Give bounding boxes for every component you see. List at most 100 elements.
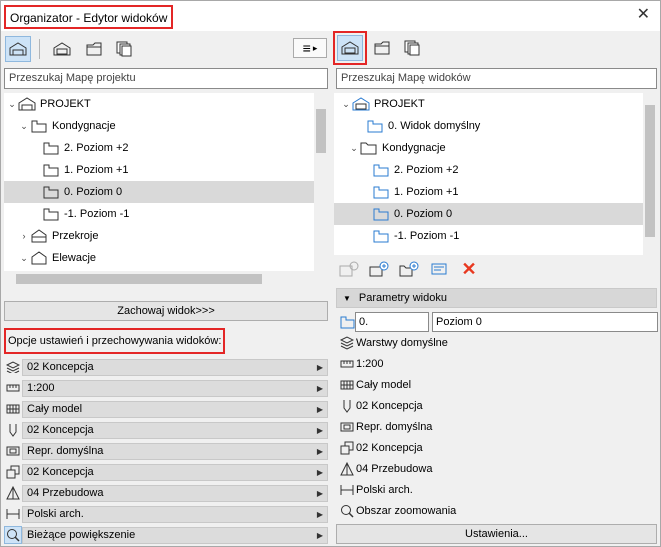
view-map-search-input[interactable]: Przeszukaj Mapę widoków: [336, 68, 657, 89]
project-map-search-input[interactable]: Przeszukaj Mapę projektu: [4, 68, 328, 89]
storey-icon: [42, 141, 60, 155]
view-id-input[interactable]: 0.: [355, 312, 429, 332]
layout-book-icon: [374, 41, 390, 55]
new-folder-icon: [399, 261, 419, 277]
tree-row-default-view[interactable]: 0. Widok domyślny: [334, 115, 643, 137]
delete-icon[interactable]: ✕: [458, 259, 480, 279]
organizer-window: Organizator - Edytor widoków ✕ ≡ ▸ Przes…: [0, 0, 661, 547]
structure-icon: [4, 400, 22, 418]
right-publisher-sets-tab[interactable]: [399, 35, 425, 61]
tree-row-storey-2[interactable]: 2. Poziom +2: [334, 159, 643, 181]
project-map-tab[interactable]: [5, 36, 31, 62]
view-name-input[interactable]: Poziom 0: [432, 312, 658, 332]
tree-row-storey-1[interactable]: 1. Poziom +1: [334, 181, 643, 203]
storey-folder-icon: [30, 119, 48, 133]
settings-card-button[interactable]: [428, 259, 450, 279]
storey-icon: [338, 314, 355, 330]
title-bar: Organizator - Edytor widoków ✕: [1, 1, 660, 31]
project-map-tree: ⌄ PROJEKT ⌄ Kondygnacje 2. Poziom +2 1. …: [4, 93, 328, 287]
layers-icon: [4, 358, 22, 376]
triangle-down-icon: ▼: [343, 293, 351, 303]
new-view-icon: [339, 261, 359, 277]
triangle-right-icon: ▶: [316, 425, 323, 435]
pen-set-dropdown[interactable]: 02 Koncepcja ▶: [22, 421, 328, 439]
tree-row-kondygnacje[interactable]: ⌄ Kondygnacje: [4, 115, 314, 137]
close-icon[interactable]: ✕: [637, 7, 650, 23]
chevron-down-icon[interactable]: ⌄: [6, 99, 18, 110]
scroll-thumb[interactable]: [316, 109, 326, 153]
tree-row-storey-minus-1[interactable]: -1. Poziom -1: [334, 225, 643, 247]
view-tree-vscrollbar[interactable]: [643, 93, 657, 255]
chevron-down-icon[interactable]: ⌄: [348, 143, 360, 154]
zoom-dropdown[interactable]: Bieżące powiększenie ▶: [22, 526, 328, 544]
chevron-down-icon[interactable]: ⌄: [340, 99, 352, 110]
dropdown-value: Polski arch.: [27, 507, 84, 520]
prop-value: 02 Koncepcja: [356, 400, 423, 412]
pen-set-icon: [4, 421, 22, 439]
option-structure[interactable]: Cały model ▶: [4, 399, 328, 419]
scroll-thumb[interactable]: [645, 105, 655, 237]
prop-value: Polski arch.: [356, 484, 413, 496]
tree-row-storey-0[interactable]: 0. Poziom 0: [334, 203, 643, 225]
tree-row-storey-2[interactable]: 2. Poziom +2: [4, 137, 314, 159]
option-zoom[interactable]: Bieżące powiększenie ▶: [4, 525, 328, 545]
settings-button[interactable]: Ustawienia...: [336, 524, 657, 544]
project-tree-vscrollbar[interactable]: [314, 93, 328, 271]
option-model-view[interactable]: Repr. domyślna ▶: [4, 441, 328, 461]
right-layout-book-tab[interactable]: [369, 35, 395, 61]
right-view-map-tab[interactable]: [337, 35, 363, 61]
publisher-sets-tab[interactable]: [111, 36, 137, 62]
option-renovation[interactable]: 04 Przebudowa ▶: [4, 483, 328, 503]
layout-book-tab[interactable]: [81, 36, 107, 62]
triangle-right-icon: ▶: [316, 404, 323, 414]
tree-row-elewacje[interactable]: ⌄ Elewacje: [4, 247, 314, 269]
prop-layers: Warstwy domyślne: [338, 333, 448, 353]
storey-icon: [372, 229, 390, 243]
tree-row-projekt[interactable]: ⌄ PROJEKT: [4, 93, 314, 115]
option-scale[interactable]: 1:200 ▶: [4, 378, 328, 398]
clone-view-icon: [369, 261, 389, 277]
tree-row-storey-0[interactable]: 0. Poziom 0: [4, 181, 314, 203]
triangle-right-icon: ▶: [316, 530, 323, 540]
model-view-dropdown[interactable]: Repr. domyślna ▶: [22, 442, 328, 460]
dimension-icon: [4, 505, 22, 523]
option-pen-set[interactable]: 02 Koncepcja ▶: [4, 420, 328, 440]
view-params-header[interactable]: ▼ Parametry widoku: [336, 288, 657, 308]
project-tree-hscrollbar[interactable]: [4, 271, 328, 287]
save-view-button[interactable]: Zachowaj widok>>>: [4, 301, 328, 321]
renovation-icon: [4, 484, 22, 502]
scale-dropdown[interactable]: 1:200 ▶: [22, 379, 328, 397]
tree-row-storey-minus-1[interactable]: -1. Poziom -1: [4, 203, 314, 225]
triangle-right-icon: ▶: [316, 509, 323, 519]
chevron-right-icon[interactable]: ›: [18, 231, 30, 241]
option-graphic-override[interactable]: 02 Koncepcja ▶: [4, 462, 328, 482]
option-layers[interactable]: 02 Koncepcja ▶: [4, 357, 328, 377]
chevron-down-icon[interactable]: ⌄: [18, 253, 30, 264]
option-dimension[interactable]: Polski arch. ▶: [4, 504, 328, 524]
tree-row-label: Kondygnacje: [382, 142, 446, 154]
storey-icon: [372, 207, 390, 221]
renovation-icon: [338, 461, 355, 477]
clone-view-button[interactable]: [368, 259, 390, 279]
view-map-tab[interactable]: [49, 36, 75, 62]
tree-row-kondygnacje[interactable]: ⌄ Kondygnacje: [334, 137, 643, 159]
structure-dropdown[interactable]: Cały model ▶: [22, 400, 328, 418]
panel-menu-button[interactable]: ≡ ▸: [293, 38, 327, 58]
dimension-dropdown[interactable]: Polski arch. ▶: [22, 505, 328, 523]
renovation-dropdown[interactable]: 04 Przebudowa ▶: [22, 484, 328, 502]
prop-pen-set: 02 Koncepcja: [338, 396, 423, 416]
layers-dropdown[interactable]: 02 Koncepcja ▶: [22, 358, 328, 376]
tree-row-projekt[interactable]: ⌄ PROJEKT: [334, 93, 643, 115]
toolbar-divider: [39, 39, 40, 59]
tree-row-storey-1[interactable]: 1. Poziom +1: [4, 159, 314, 181]
tree-row-przekroje[interactable]: › Przekroje: [4, 225, 314, 247]
new-view-button[interactable]: [338, 259, 360, 279]
pen-set-icon: [338, 398, 355, 414]
chevron-down-icon[interactable]: ⌄: [18, 121, 30, 132]
scroll-thumb[interactable]: [16, 274, 262, 284]
storey-icon: [372, 163, 390, 177]
tree-row-label: PROJEKT: [40, 98, 91, 110]
new-folder-button[interactable]: [398, 259, 420, 279]
model-view-icon: [338, 419, 355, 435]
graphic-override-dropdown[interactable]: 02 Koncepcja ▶: [22, 463, 328, 481]
